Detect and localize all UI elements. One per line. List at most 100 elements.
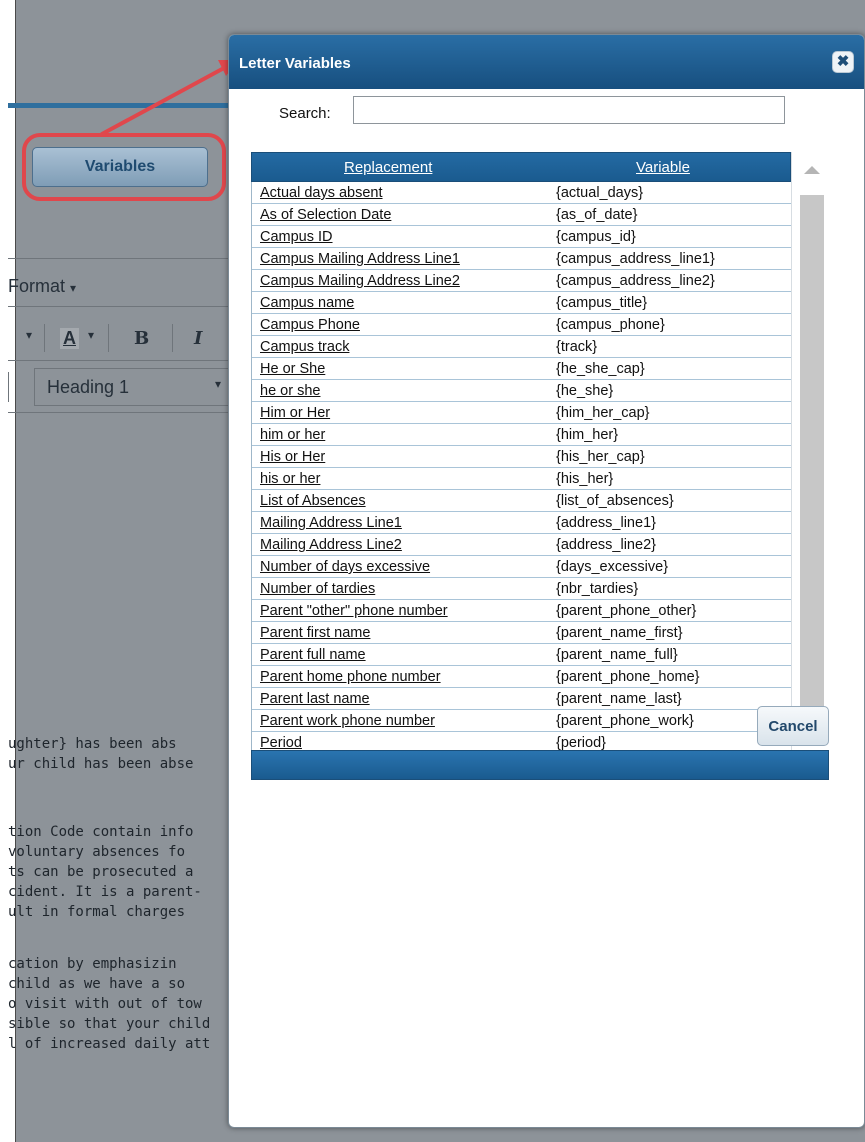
table-row[interactable]: Parent last name {parent_name_last} — [252, 688, 791, 710]
replacement-link[interactable]: Number of days excessive — [260, 559, 430, 575]
replacement-link[interactable]: Him or Her — [260, 405, 330, 421]
document-line: ult in formal charges — [8, 904, 186, 920]
replacement-link[interactable]: Campus track — [260, 339, 349, 355]
table-row[interactable]: Parent first name {parent_name_first} — [252, 622, 791, 644]
table-row[interactable]: Mailing Address Line2 {address_line2} — [252, 534, 791, 556]
search-label: Search: — [279, 105, 331, 122]
replacement-link[interactable]: Campus Mailing Address Line1 — [260, 251, 460, 267]
replacement-link[interactable]: Campus name — [260, 295, 354, 311]
table-row[interactable]: Parent "other" phone number {parent_phone… — [252, 600, 791, 622]
table-row[interactable]: his or her {his_her} — [252, 468, 791, 490]
table-row[interactable]: Him or Her {him_her_cap} — [252, 402, 791, 424]
replacement-link[interactable]: List of Absences — [260, 493, 366, 509]
variable-code: {his_her_cap} — [556, 449, 645, 465]
document-line: ughter} has been abs — [8, 736, 177, 752]
variable-code: {parent_phone_other} — [556, 603, 697, 619]
variable-code: {parent_phone_work} — [556, 713, 694, 729]
replacement-link[interactable]: Parent full name — [260, 647, 366, 663]
document-line: voluntary absences fo — [8, 844, 186, 860]
chevron-down-icon[interactable]: ▾ — [88, 328, 94, 342]
table-row[interactable]: Campus track {track} — [252, 336, 791, 358]
search-input[interactable] — [353, 96, 785, 124]
replacement-link[interactable]: Mailing Address Line1 — [260, 515, 402, 531]
table-footer — [251, 750, 829, 780]
scroll-thumb[interactable] — [800, 195, 824, 739]
replacement-link[interactable]: Campus Mailing Address Line2 — [260, 273, 460, 289]
cancel-button[interactable]: Cancel — [757, 706, 829, 746]
table-scrollbar[interactable] — [791, 152, 829, 750]
variable-code: {parent_name_first} — [556, 625, 683, 641]
font-color-button[interactable]: A — [60, 328, 79, 349]
variables-button-highlight — [22, 133, 226, 201]
table-row[interactable]: His or Her {his_her_cap} — [252, 446, 791, 468]
table-row[interactable]: As of Selection Date {as_of_date} — [252, 204, 791, 226]
replacement-link[interactable]: he or she — [260, 383, 320, 399]
table-row[interactable]: Period {period} — [252, 732, 791, 750]
variable-code: {him_her} — [556, 427, 619, 443]
variable-code: {days_excessive} — [556, 559, 669, 575]
chevron-down-icon: ▾ — [70, 281, 77, 295]
table-row[interactable]: Parent full name {parent_name_full} — [252, 644, 791, 666]
variable-code: {parent_phone_home} — [556, 669, 700, 685]
replacement-link[interactable]: Parent first name — [260, 625, 370, 641]
document-line: sible so that your child — [8, 1016, 211, 1032]
variable-code: {address_line1} — [556, 515, 656, 531]
replacement-link[interactable]: him or her — [260, 427, 325, 443]
variable-code: {parent_name_full} — [556, 647, 678, 663]
column-header-replacement[interactable]: Replacement — [344, 159, 432, 176]
variable-code: {list_of_absences} — [556, 493, 674, 509]
table-row[interactable]: Campus name {campus_title} — [252, 292, 791, 314]
column-header-variable[interactable]: Variable — [636, 159, 690, 176]
replacement-link[interactable]: Number of tardies — [260, 581, 375, 597]
table-row[interactable]: He or She {he_she_cap} — [252, 358, 791, 380]
replacement-link[interactable]: Period — [260, 735, 302, 750]
table-row[interactable]: Campus ID {campus_id} — [252, 226, 791, 248]
table-row[interactable]: Campus Phone {campus_phone} — [252, 314, 791, 336]
variable-code: {period} — [556, 735, 606, 750]
toolbar-separator — [44, 324, 45, 352]
replacement-link[interactable]: Campus ID — [260, 229, 333, 245]
document-line: child as we have a so — [8, 976, 186, 992]
table-row[interactable]: he or she {he_she} — [252, 380, 791, 402]
heading-style-select[interactable]: Heading 1 ▾ — [34, 368, 234, 406]
variable-code: {he_she_cap} — [556, 361, 645, 377]
variables-table: Replacement Variable Actual days absent {… — [251, 152, 829, 780]
variable-code: {as_of_date} — [556, 207, 638, 223]
table-row[interactable]: Number of tardies {nbr_tardies} — [252, 578, 791, 600]
replacement-link[interactable]: Campus Phone — [260, 317, 360, 333]
replacement-link[interactable]: Parent home phone number — [260, 669, 441, 685]
table-row[interactable]: Campus Mailing Address Line2 {campus_addr… — [252, 270, 791, 292]
chevron-down-icon[interactable]: ▾ — [26, 328, 32, 342]
table-row[interactable]: Parent work phone number {parent_phone_wo… — [252, 710, 791, 732]
replacement-link[interactable]: Parent "other" phone number — [260, 603, 448, 619]
format-menu[interactable]: Format ▾ — [8, 276, 76, 297]
table-row[interactable]: Actual days absent {actual_days} — [252, 182, 791, 204]
document-line: ur child has been abse — [8, 756, 194, 772]
replacement-link[interactable]: Actual days absent — [260, 185, 383, 201]
bold-button[interactable]: B — [134, 328, 149, 349]
dialog-title: Letter Variables — [239, 55, 351, 72]
heading-style-value: Heading 1 — [47, 377, 130, 397]
replacement-link[interactable]: As of Selection Date — [260, 207, 391, 223]
table-row[interactable]: Number of days excessive {days_excessive} — [252, 556, 791, 578]
table-row[interactable]: Parent home phone number {parent_phone_ho… — [252, 666, 791, 688]
variable-code: {campus_address_line2} — [556, 273, 715, 289]
variable-code: {actual_days} — [556, 185, 644, 201]
replacement-link[interactable]: His or Her — [260, 449, 325, 465]
replacement-link[interactable]: He or She — [260, 361, 325, 377]
italic-button[interactable]: I — [194, 328, 202, 349]
dialog-title-bar[interactable]: Letter Variables — [229, 35, 864, 89]
scroll-up-icon[interactable] — [804, 166, 820, 174]
variable-code: {him_her_cap} — [556, 405, 650, 421]
replacement-link[interactable]: his or her — [260, 471, 320, 487]
variable-code: {campus_id} — [556, 229, 636, 245]
table-row[interactable]: Campus Mailing Address Line1 {campus_addr… — [252, 248, 791, 270]
close-icon[interactable]: ✖ — [832, 51, 854, 73]
table-row[interactable]: him or her {him_her} — [252, 424, 791, 446]
replacement-link[interactable]: Parent last name — [260, 691, 370, 707]
toolbar-separator — [172, 324, 173, 352]
table-row[interactable]: Mailing Address Line1 {address_line1} — [252, 512, 791, 534]
replacement-link[interactable]: Mailing Address Line2 — [260, 537, 402, 553]
table-row[interactable]: List of Absences {list_of_absences} — [252, 490, 791, 512]
replacement-link[interactable]: Parent work phone number — [260, 713, 435, 729]
